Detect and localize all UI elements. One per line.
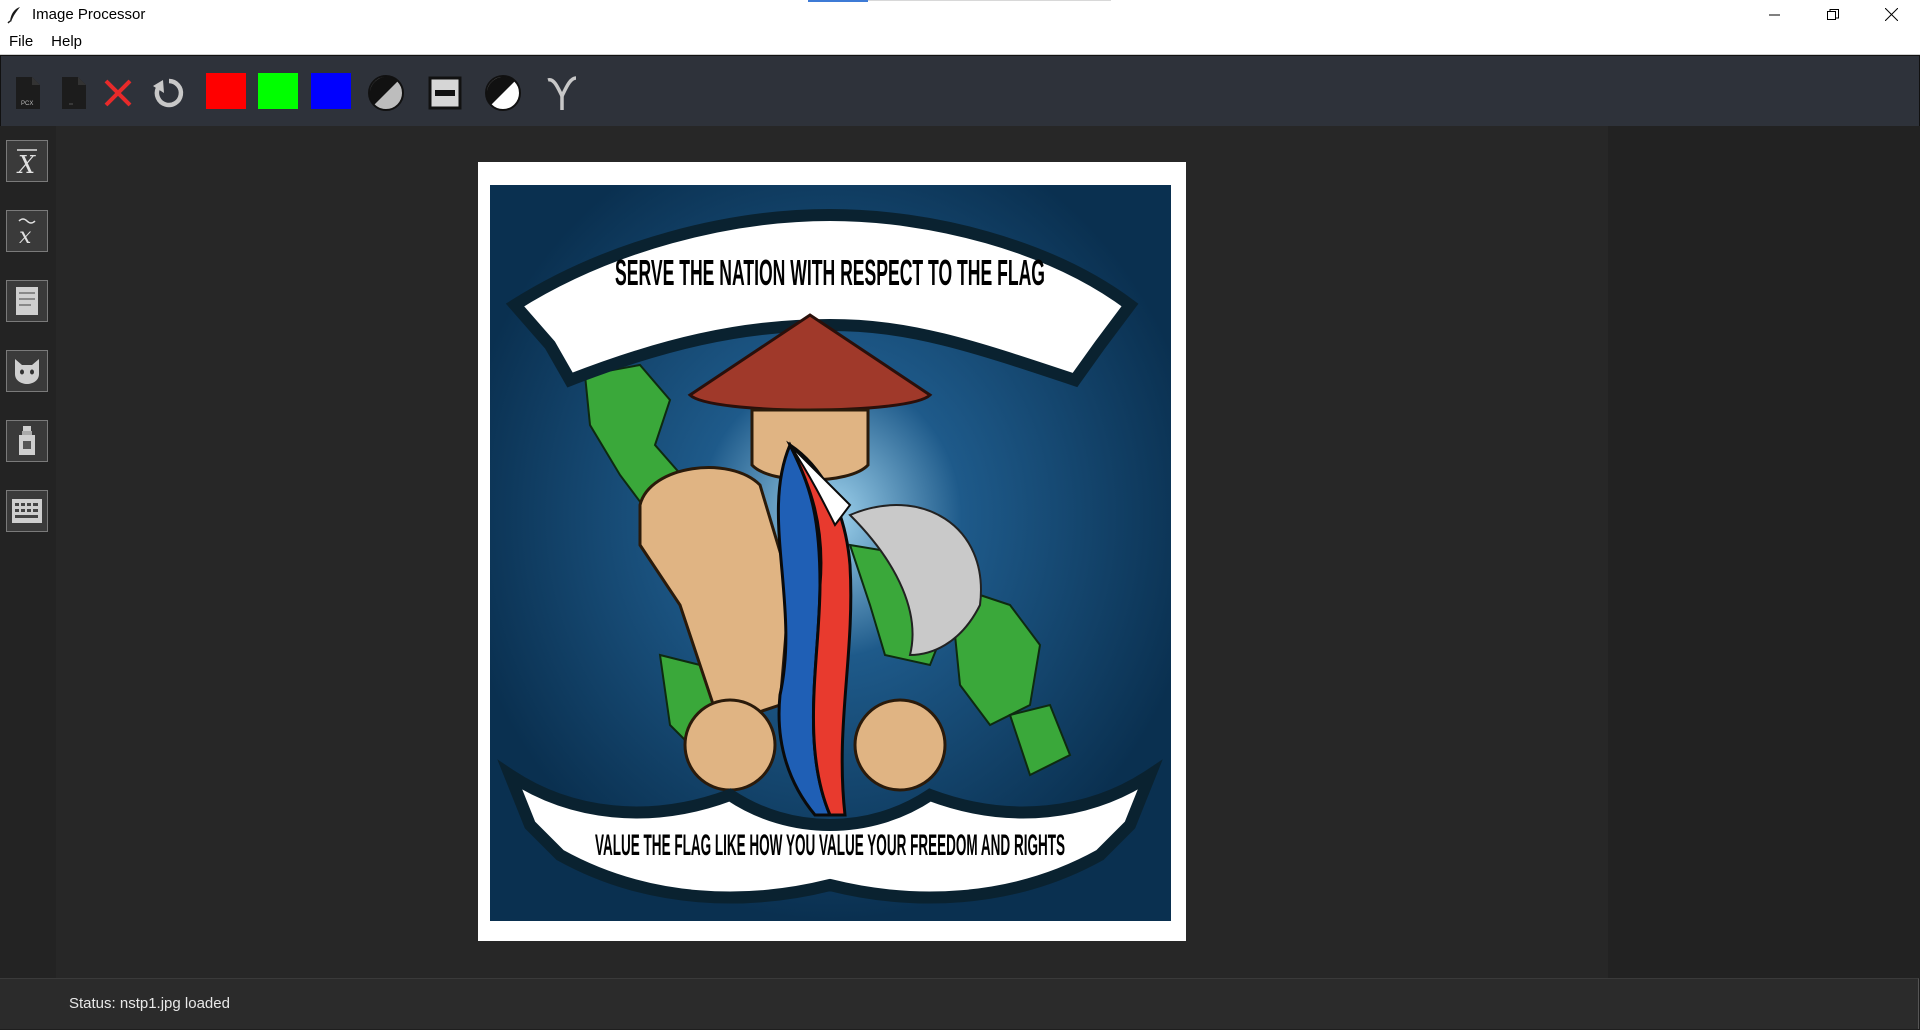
cat-icon — [15, 359, 39, 384]
gamma-button[interactable] — [542, 73, 582, 113]
image-preview: SERVE THE NATION WITH RESPECT TO THE FLA… — [478, 162, 1186, 941]
median-filter-button[interactable]: x — [6, 210, 48, 252]
close-icon — [1884, 8, 1898, 21]
rotate-icon — [153, 78, 184, 108]
keyboard-icon — [12, 499, 42, 523]
menu-file[interactable]: File — [0, 33, 42, 50]
red-channel-button[interactable] — [206, 73, 246, 109]
tab-indicator — [808, 0, 868, 2]
pcx-label: PCX — [21, 101, 33, 107]
median-icon: x — [18, 218, 36, 248]
minimize-icon — [1769, 14, 1780, 15]
tab-indicator-track — [868, 0, 1111, 1]
top-banner-text: SERVE THE NATION WITH RESPECT TO THE FLA… — [615, 252, 1045, 293]
bottom-banner-text: VALUE THE FLAG LIKE HOW YOU VALUE YOUR F… — [595, 829, 1065, 862]
bottle-filter-button[interactable] — [6, 420, 48, 462]
svg-text:X: X — [16, 151, 36, 178]
nstp-logo-image: SERVE THE NATION WITH RESPECT TO THE FLA… — [490, 185, 1171, 921]
negative-icon — [485, 75, 521, 111]
svg-text:x: x — [19, 224, 32, 248]
menu-help[interactable]: Help — [42, 33, 91, 50]
close-image-button[interactable] — [98, 73, 138, 113]
open-pcx-button[interactable]: PCX — [7, 73, 47, 113]
menu-bar: File Help — [0, 29, 1920, 55]
minimize-button[interactable] — [1746, 0, 1804, 29]
close-window-button[interactable] — [1862, 0, 1920, 29]
close-icon — [104, 79, 132, 107]
sidebar: X x — [0, 126, 56, 978]
pcx-file-icon: PCX — [16, 77, 40, 109]
open-image-button[interactable] — [53, 73, 93, 113]
threshold-icon — [428, 76, 462, 110]
restore-button[interactable] — [1804, 0, 1862, 29]
grayscale-button[interactable] — [366, 73, 406, 113]
mean-icon: X — [16, 149, 37, 178]
cat-filter-button[interactable] — [6, 350, 48, 392]
keyboard-filter-button[interactable] — [6, 490, 48, 532]
document-filter-button[interactable] — [6, 280, 48, 322]
toolbar: PCX — [0, 55, 1920, 127]
negative-button[interactable] — [483, 73, 523, 113]
blank-file-icon — [62, 77, 86, 109]
grayscale-icon — [368, 75, 404, 111]
feather-icon — [7, 6, 20, 24]
status-bar: Status: nstp1.jpg loaded — [0, 978, 1919, 1029]
gamma-icon — [547, 76, 577, 110]
bottle-icon — [19, 426, 35, 455]
document-icon — [16, 287, 38, 315]
restore-icon — [1827, 8, 1839, 20]
threshold-button[interactable] — [425, 73, 465, 113]
side-panel — [1608, 126, 1920, 978]
mean-filter-button[interactable]: X — [6, 140, 48, 182]
window-title: Image Processor — [32, 6, 146, 23]
green-channel-button[interactable] — [258, 73, 298, 109]
status-text: Status: nstp1.jpg loaded — [69, 995, 230, 1012]
title-bar: Image Processor — [0, 0, 1920, 29]
rotate-button[interactable] — [149, 73, 189, 113]
blue-channel-button[interactable] — [311, 73, 351, 109]
